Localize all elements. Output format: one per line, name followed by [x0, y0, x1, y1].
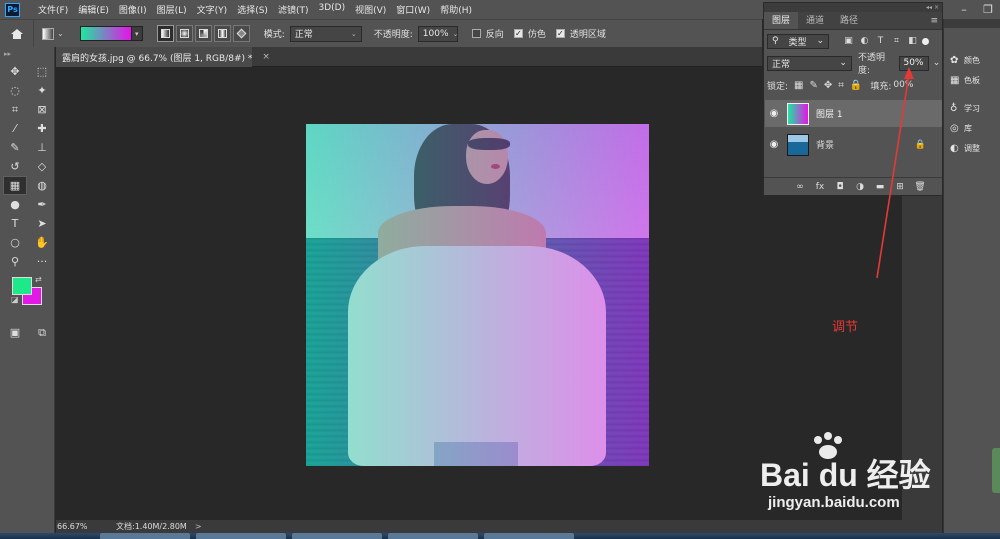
- taskbar-item[interactable]: [484, 533, 574, 539]
- taskbar: [0, 533, 1000, 539]
- watermark-url: jingyan.baidu.com: [768, 494, 900, 511]
- taskbar-item[interactable]: [196, 533, 286, 539]
- taskbar-item[interactable]: [100, 533, 190, 539]
- taskbar-item[interactable]: [388, 533, 478, 539]
- annotation-label: 调节: [832, 320, 859, 335]
- photoshop-window: Ps 文件(F) 编辑(E) 图像(I) 图层(L) 文字(Y) 选择(S) 滤…: [0, 0, 1000, 539]
- watermark-brand: Bai du 经验: [760, 457, 931, 493]
- taskbar-item[interactable]: [292, 533, 382, 539]
- foreground-color-swatch[interactable]: [12, 277, 32, 295]
- baidu-watermark: Bai du 经验 jingyan.baidu.com: [760, 432, 960, 522]
